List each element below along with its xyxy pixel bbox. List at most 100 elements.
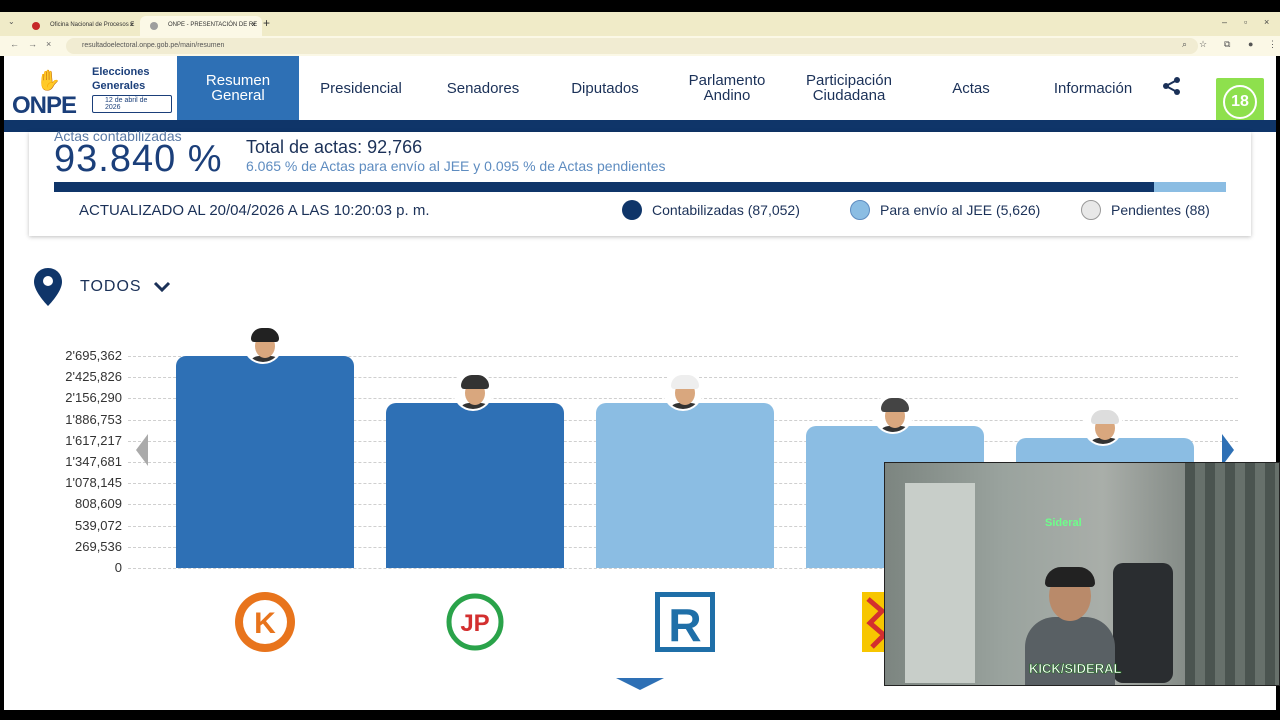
actas-progress-card: Actas contabilizadas 93.840 % Total de a… [29,128,1251,236]
nav-label: Senadores [446,79,520,97]
party-logo-fuerza-popular[interactable]: K [232,589,298,655]
legend-pendientes: Pendientes (88) [1081,200,1210,220]
tab-list-chevron-icon[interactable]: ⌄ [8,17,15,26]
scroll-down-arrow[interactable] [616,678,664,690]
header-bar [4,120,1276,132]
y-tick-label: 0 [114,560,122,575]
streamer-webcam-overlay: Sideral KICK/SIDERAL [884,462,1280,686]
new-tab-icon[interactable]: + [263,16,270,30]
y-tick-label: 1'078,145 [65,475,122,491]
candidate-photo-1[interactable] [243,324,283,364]
nav-parlamento-andino[interactable]: Parlamento Andino [666,56,788,120]
party-logo-renovacion-popular[interactable]: R [652,589,718,655]
legend-label: Pendientes (88) [1111,202,1210,218]
filter-label: TODOS [80,278,142,295]
stop-icon[interactable]: × [46,39,51,49]
y-tick-label: 1'347,681 [65,454,122,469]
back-icon[interactable]: ← [10,39,19,49]
bar-1[interactable] [176,356,354,568]
y-tick-label: 2'156,290 [65,390,122,406]
svg-text:R: R [668,599,701,651]
location-pin-icon [34,268,62,306]
site-header: ✋ ONPE Elecciones Generales 12 de abril … [4,56,1276,126]
logo-word: ONPE [12,92,77,119]
logo-title-line-1: Elecciones [92,66,150,78]
updated-timestamp: ACTUALIZADO AL 20/04/2026 A LAS 10:20:03… [79,202,430,219]
browser-tab-2[interactable]: ONPE - PRESENTACIÓN DE RE × [140,16,262,36]
party-logo-juntos-por-el-peru[interactable]: JP [442,589,508,655]
nav-informacion[interactable]: Información [1032,56,1154,120]
url-text: resultadoelectoral.onpe.gob.pe/main/resu… [82,42,225,49]
nav-senadores[interactable]: Senadores [422,56,544,120]
chevron-down-icon[interactable] [152,278,172,294]
webcam-door [905,483,975,683]
actas-progress-bar [54,182,1226,192]
loading-icon [150,22,158,30]
age-18-label: 18 [1223,85,1257,119]
legend-label: Para envío al JEE (5,626) [880,202,1041,218]
candidate-photo-5[interactable] [1083,406,1123,447]
browser-tab-1-title: Oficina Nacional de Procesos E [50,22,135,28]
peru-flag-icon [32,22,40,30]
y-tick-label: 1'617,217 [65,432,122,448]
maximize-icon[interactable]: ▫ [1244,17,1247,27]
nav-label: Participación Ciudadana [806,72,892,104]
forward-icon[interactable]: → [28,39,37,49]
candidate-photo-3[interactable] [663,370,703,411]
close-tab-icon[interactable]: × [129,20,134,29]
share-icon[interactable] [1162,76,1182,96]
y-tick-label: 1'886,753 [65,411,122,427]
bookmark-star-icon[interactable]: ☆ [1199,39,1207,50]
browser-tabstrip: ⌄ Oficina Nacional de Procesos E × ONPE … [0,12,1280,36]
actas-progress-fill [54,182,1154,192]
nav-label: Diputados [571,79,639,97]
ballot-hand-icon: ✋ [36,70,61,92]
y-tick-label: 2'695,362 [65,348,122,363]
minimize-icon[interactable]: – [1222,17,1227,27]
neon-sign: Sideral [1045,517,1082,529]
candidate-photo-2[interactable] [453,370,493,411]
legend-contabilizadas: Contabilizadas (87,052) [622,200,800,220]
nav-actas[interactable]: Actas [910,56,1032,120]
nav-presidencial[interactable]: Presidencial [304,56,418,120]
nav-label: Resumen General [205,72,271,104]
actas-total: Total de actas: 92,766 [246,137,423,157]
y-tick-label: 269,536 [75,538,122,554]
age-18-badge: 18 [1216,78,1264,126]
url-field[interactable]: resultadoelectoral.onpe.gob.pe/main/resu… [66,38,1198,54]
nav-label: Presidencial [320,79,402,97]
browser-tab-2-title: ONPE - PRESENTACIÓN DE RE [168,22,258,28]
logo-title-line-2: Generales [92,80,146,92]
nav-participacion-ciudadana[interactable]: Participación Ciudadana [788,56,910,120]
legend-dot [622,200,642,220]
nav-resumen-general[interactable]: Resumen General [177,56,299,120]
candidate-photo-4[interactable] [873,394,913,435]
zoom-icon[interactable]: ⌕ [1182,39,1187,50]
nav-diputados[interactable]: Diputados [544,56,666,120]
profile-icon[interactable]: ● [1248,39,1253,49]
bar-3[interactable] [596,402,774,568]
legend-dot [850,200,870,220]
nav-label: Información [1053,79,1133,97]
y-tick-label: 539,072 [75,517,122,533]
legend-jee: Para envío al JEE (5,626) [850,200,1040,220]
y-tick-label: 2'425,826 [65,369,122,385]
streamer-hair [1045,567,1095,587]
actas-percent: 93.840 % [54,138,223,180]
chart-prev-arrow[interactable] [136,434,148,466]
svg-text:JP: JP [460,610,489,637]
legend-dot [1081,200,1101,220]
y-tick-label: 808,609 [75,496,122,512]
browser-tab-1[interactable]: Oficina Nacional de Procesos E × [22,16,140,36]
close-window-icon[interactable]: × [1264,17,1269,27]
kick-brand-watermark: KICK/SIDERAL [1029,661,1122,677]
webcam-curtain [1185,463,1279,685]
svg-text:K: K [254,607,276,640]
logo-date: 12 de abril de 2026 [92,95,172,113]
close-tab-icon[interactable]: × [251,20,256,29]
legend-label: Contabilizadas (87,052) [652,202,800,218]
bar-2[interactable] [386,402,564,568]
onpe-logo[interactable]: ✋ ONPE Elecciones Generales 12 de abril … [12,66,172,119]
extensions-icon[interactable]: ⧉ [1224,39,1230,50]
browser-menu-icon[interactable]: ⋮ [1268,39,1277,50]
